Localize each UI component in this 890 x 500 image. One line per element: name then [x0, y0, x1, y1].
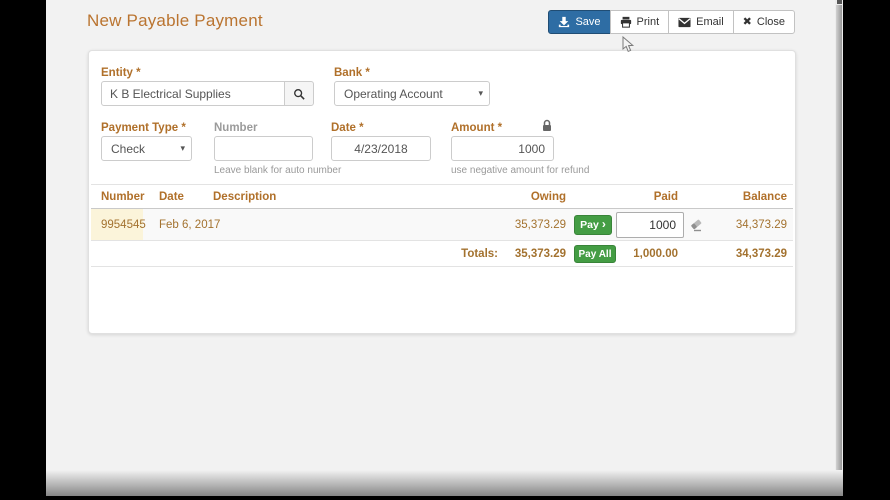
row-owing: 35,373.29 — [514, 218, 566, 231]
table-header-row: Number Date Description Owing Paid Balan… — [91, 184, 793, 209]
app-window: New Payable Payment Save Print Email ✖ C… — [46, 0, 843, 496]
table-row: 9954545 Feb 6, 2017 35,373.29 Pay › 1000… — [91, 209, 793, 241]
email-button-label: Email — [696, 16, 724, 28]
printer-icon — [620, 16, 632, 28]
lock-icon — [541, 119, 553, 132]
totals-paid: 1,000.00 — [633, 247, 678, 260]
pay-all-button[interactable]: Pay All — [574, 245, 616, 263]
number-label: Number — [214, 122, 258, 134]
print-button-label: Print — [636, 16, 660, 28]
payment-form-card: Entity * Bank * Operating Account ▾ Paym… — [88, 50, 796, 334]
payment-type-select[interactable]: Check ▾ — [101, 136, 192, 161]
pay-button-label: Pay — [580, 219, 599, 231]
mouse-cursor-icon — [622, 36, 635, 53]
entity-label: Entity * — [101, 67, 141, 79]
table-totals-row: Totals: 35,373.29 Pay All 1,000.00 34,37… — [91, 241, 793, 267]
pay-button[interactable]: Pay › — [574, 215, 612, 235]
header-description: Description — [213, 190, 277, 203]
amount-helper-text: use negative amount for refund — [451, 165, 590, 176]
amount-label: Amount * — [451, 122, 503, 134]
eraser-icon[interactable] — [689, 217, 705, 233]
date-label: Date * — [331, 122, 364, 134]
envelope-icon — [678, 17, 691, 28]
page-title: New Payable Payment — [87, 11, 263, 30]
header-number: Number — [101, 190, 145, 203]
header-balance: Balance — [742, 190, 787, 203]
chevron-down-icon: ▾ — [478, 87, 483, 98]
bank-select-value: Operating Account — [344, 86, 443, 101]
header-paid: Paid — [653, 190, 678, 203]
pay-all-button-label: Pay All — [578, 248, 612, 260]
number-input[interactable] — [214, 136, 313, 161]
row-balance: 34,373.29 — [735, 218, 787, 231]
amount-input[interactable] — [451, 136, 554, 161]
row-number: 9954545 — [101, 218, 146, 231]
date-input[interactable] — [331, 136, 431, 161]
header-date: Date — [159, 190, 184, 203]
bottom-fade — [46, 470, 843, 496]
bank-label: Bank * — [334, 67, 370, 79]
chevron-down-icon: ▾ — [180, 142, 185, 153]
close-button[interactable]: ✖ Close — [732, 10, 795, 34]
entity-search-button[interactable] — [284, 81, 314, 106]
print-button[interactable]: Print — [609, 10, 670, 34]
close-icon: ✖ — [742, 15, 752, 28]
payment-type-label: Payment Type * — [101, 122, 186, 134]
bank-select[interactable]: Operating Account ▾ — [334, 81, 490, 106]
scrollbar-up-button[interactable] — [837, 0, 842, 4]
totals-label: Totals: — [461, 247, 498, 260]
totals-balance: 34,373.29 — [735, 247, 787, 260]
header-owing: Owing — [530, 190, 566, 203]
toolbar: Save Print Email ✖ Close — [548, 10, 795, 34]
payment-type-value: Check — [111, 141, 146, 156]
row-date: Feb 6, 2017 — [159, 218, 221, 231]
vertical-scrollbar[interactable] — [835, 0, 843, 496]
entity-input[interactable] — [101, 81, 285, 106]
search-icon — [293, 88, 305, 100]
scrollbar-thumb[interactable] — [836, 5, 842, 488]
email-button[interactable]: Email — [668, 10, 734, 34]
save-button-label: Save — [575, 16, 601, 28]
close-button-label: Close — [756, 16, 785, 28]
save-icon — [558, 16, 570, 28]
save-button[interactable]: Save — [548, 10, 611, 34]
totals-owing: 35,373.29 — [514, 247, 566, 260]
payables-table: Number Date Description Owing Paid Balan… — [91, 184, 793, 267]
number-helper-text: Leave blank for auto number — [214, 165, 342, 176]
paid-amount-input[interactable] — [616, 212, 684, 238]
